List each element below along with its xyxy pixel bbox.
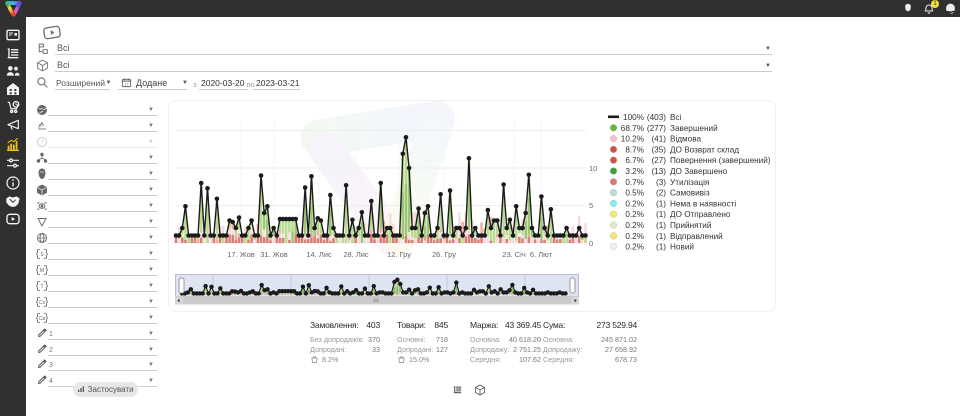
svg-text:(13): (13)	[651, 167, 666, 176]
svg-text:17. Жов: 17. Жов	[227, 250, 255, 259]
svg-text:5: 5	[589, 201, 593, 210]
svg-text:(3): (3)	[656, 178, 666, 187]
svg-text:6. Лют: 6. Лют	[530, 250, 553, 259]
svg-text:ДО Возврат склад: ДО Возврат склад	[670, 145, 739, 154]
svg-text:Т: Т	[40, 284, 43, 290]
svg-text:Нема в наявності: Нема в наявності	[670, 199, 736, 208]
svg-text:28. Лис: 28. Лис	[343, 250, 369, 259]
svg-text:0.7%: 0.7%	[625, 178, 644, 187]
svg-text:S: S	[40, 252, 44, 258]
svg-text:0.2%: 0.2%	[625, 210, 644, 219]
svg-text:М: М	[40, 268, 44, 274]
svg-text:26. Гру: 26. Гру	[432, 250, 456, 259]
svg-text:100%: 100%	[623, 113, 644, 122]
svg-text:(1): (1)	[656, 199, 666, 208]
svg-text:14. Лис: 14. Лис	[306, 250, 332, 259]
svg-text:Відправлений: Відправлений	[670, 232, 723, 241]
svg-text:Самовивіз: Самовивіз	[670, 189, 710, 198]
svg-text:(1): (1)	[656, 221, 666, 230]
svg-text:0.2%: 0.2%	[625, 221, 644, 230]
svg-text:Завершений: Завершений	[670, 124, 718, 133]
svg-text:10: 10	[589, 164, 597, 173]
svg-text:12. Гру: 12. Гру	[387, 250, 411, 259]
svg-text:(27): (27)	[651, 156, 666, 165]
svg-text:(277): (277)	[647, 124, 666, 133]
svg-text:0.2%: 0.2%	[625, 232, 644, 241]
svg-text:(403): (403)	[647, 113, 666, 122]
svg-text:(1): (1)	[656, 210, 666, 219]
svg-text:17: 17	[124, 82, 128, 86]
svg-text:8.7%: 8.7%	[625, 145, 644, 154]
svg-text:ДО Завершено: ДО Завершено	[670, 167, 728, 176]
svg-text:0: 0	[589, 239, 593, 248]
svg-text:(2): (2)	[656, 189, 666, 198]
svg-text:0.2%: 0.2%	[625, 199, 644, 208]
svg-text:6.7%: 6.7%	[625, 156, 644, 165]
svg-text:Сх: Сх	[39, 300, 46, 306]
svg-text:(41): (41)	[651, 135, 666, 144]
svg-text:3.2%: 3.2%	[625, 167, 644, 176]
svg-text:Прийнятий: Прийнятий	[670, 221, 711, 230]
svg-text:Всі: Всі	[670, 113, 682, 122]
svg-text:Відмова: Відмова	[670, 135, 701, 144]
svg-text:(35): (35)	[651, 145, 666, 154]
svg-text:Утилізація: Утилізація	[670, 178, 709, 187]
svg-text:(1): (1)	[656, 232, 666, 241]
svg-text:0.5%: 0.5%	[625, 189, 644, 198]
svg-text:?: ?	[40, 140, 43, 146]
svg-text:Св: Св	[39, 316, 46, 322]
svg-text:(1): (1)	[656, 243, 666, 252]
svg-text:31. Жов: 31. Жов	[260, 250, 288, 259]
svg-text:10.2%: 10.2%	[621, 135, 644, 144]
svg-text:Новий: Новий	[670, 243, 694, 252]
svg-text:23. Січ: 23. Січ	[502, 250, 526, 259]
svg-text:Повернення (завершений): Повернення (завершений)	[670, 156, 771, 165]
svg-text:0.2%: 0.2%	[625, 243, 644, 252]
svg-text:68.7%: 68.7%	[621, 124, 644, 133]
svg-text:ДО Отправлено: ДО Отправлено	[670, 210, 731, 219]
